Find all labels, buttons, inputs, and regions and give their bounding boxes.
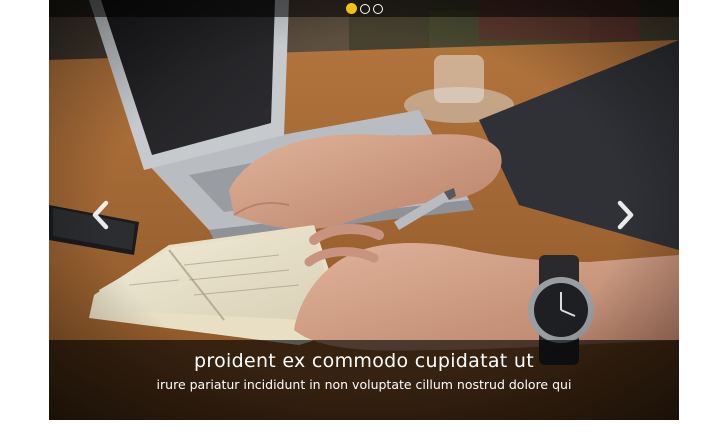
- image-carousel: proident ex commodo cupidatat ut irure p…: [49, 0, 679, 420]
- chevron-left-icon: [92, 200, 109, 230]
- slide-indicator-1[interactable]: [345, 3, 357, 14]
- slide-indicator-3[interactable]: [372, 3, 383, 14]
- next-slide-button[interactable]: [611, 198, 639, 232]
- caption-title: proident ex commodo cupidatat ut: [194, 350, 534, 372]
- slide-caption: proident ex commodo cupidatat ut irure p…: [49, 340, 679, 420]
- slide-indicator-2[interactable]: [359, 3, 370, 14]
- caption-text: irure pariatur incididunt in non volupta…: [156, 377, 572, 392]
- chevron-right-icon: [617, 200, 634, 230]
- previous-slide-button[interactable]: [87, 198, 115, 232]
- slide-indicators: [49, 2, 679, 15]
